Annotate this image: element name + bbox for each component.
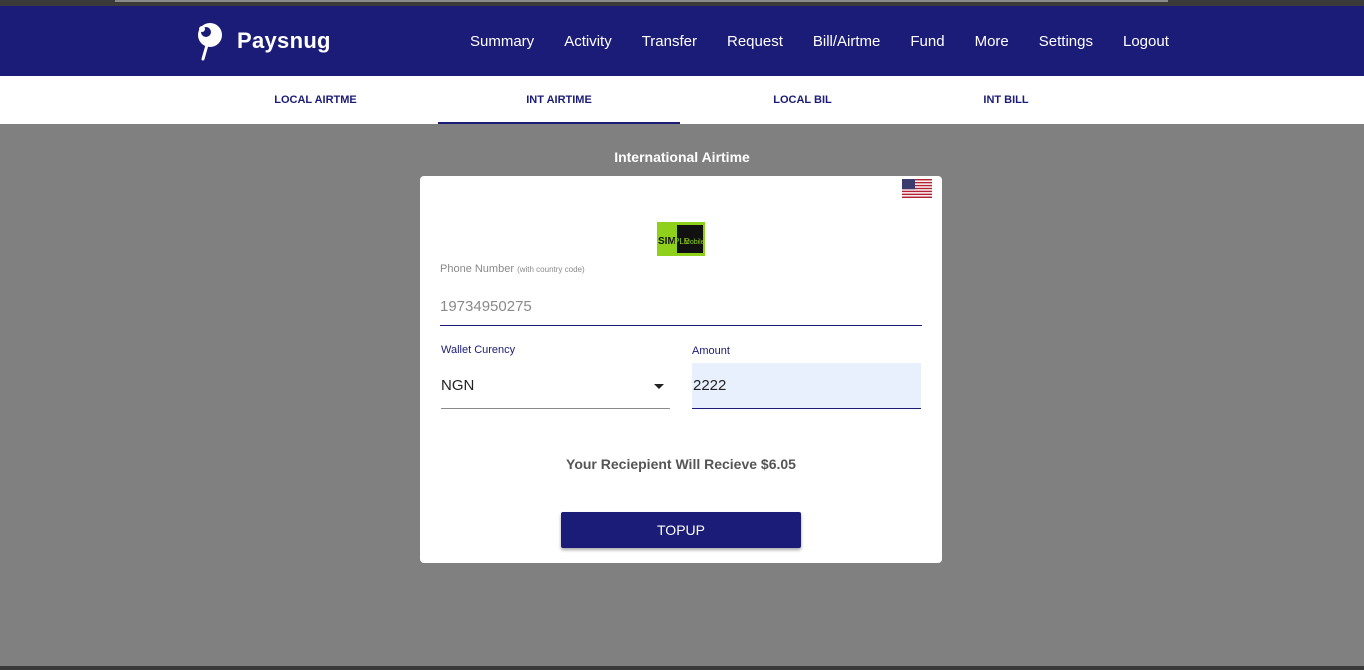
wallet-currency-select[interactable]: NGN	[441, 366, 670, 409]
nav-settings[interactable]: Settings	[1039, 33, 1093, 50]
topup-button[interactable]: TOPUP	[561, 512, 801, 548]
brand-name: Paysnug	[237, 28, 331, 53]
topup-card: SIM PLE Mobile Phone Number (with countr…	[420, 176, 942, 563]
bottom-strip	[0, 666, 1364, 670]
nav-bill-airtime[interactable]: Bill/Airtme	[813, 33, 881, 50]
nav-activity[interactable]: Activity	[564, 33, 612, 50]
tab-local-bill[interactable]: LOCAL BIL	[682, 76, 923, 124]
caret-down-icon	[654, 384, 664, 389]
recipient-receive-text: Your Reciepient Will Recieve $6.05	[566, 456, 796, 472]
phone-number-input[interactable]	[440, 288, 922, 326]
phone-number-label-text: Phone Number	[440, 263, 514, 275]
nav-more[interactable]: More	[975, 33, 1009, 50]
operator-logo: SIM PLE Mobile	[657, 222, 705, 256]
nav-transfer[interactable]: Transfer	[642, 33, 697, 50]
nav-request[interactable]: Request	[727, 33, 783, 50]
wallet-currency-value: NGN	[441, 377, 475, 394]
main-nav: Summary Activity Transfer Request Bill/A…	[470, 6, 1169, 76]
phone-number-hint: (with country code)	[517, 265, 585, 274]
tab-int-airtime[interactable]: INT AIRTIME	[438, 76, 680, 124]
tab-local-airtime[interactable]: LOCAL AIRTME	[195, 76, 436, 124]
operator-logo-text-mobile: Mobile	[684, 239, 705, 246]
section-title: International Airtime	[614, 149, 750, 165]
us-flag-icon[interactable]	[902, 179, 932, 198]
pin-logo-icon	[198, 23, 222, 61]
nav-logout[interactable]: Logout	[1123, 33, 1169, 50]
tab-int-bill[interactable]: INT BILL	[925, 76, 1087, 124]
top-navbar: Paysnug Summary Activity Transfer Reques…	[0, 6, 1364, 76]
brand[interactable]: Paysnug	[193, 21, 331, 61]
amount-label: Amount	[692, 345, 730, 357]
airtime-tabs: LOCAL AIRTME INT AIRTIME LOCAL BIL INT B…	[0, 76, 1364, 124]
amount-input[interactable]	[692, 363, 921, 409]
nav-summary[interactable]: Summary	[470, 33, 534, 50]
nav-fund[interactable]: Fund	[910, 33, 944, 50]
phone-number-label: Phone Number (with country code)	[440, 263, 585, 275]
wallet-currency-label: Wallet Curency	[441, 344, 516, 356]
